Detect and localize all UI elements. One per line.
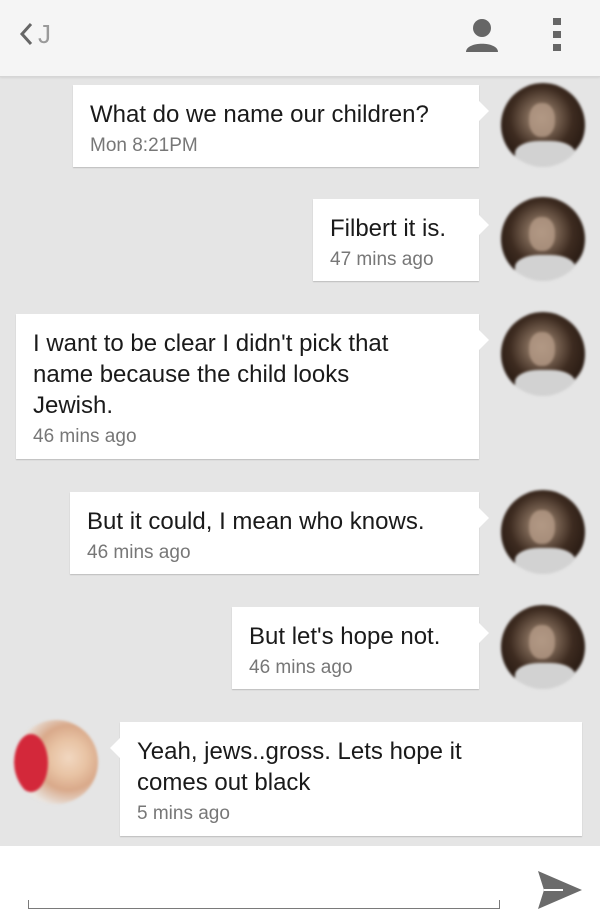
avatar[interactable] bbox=[501, 490, 585, 574]
message-text: Filbert it is. bbox=[330, 215, 447, 242]
message-timestamp: 47 mins ago bbox=[330, 249, 434, 270]
message-text: I want to be clear I didn't pick that na… bbox=[33, 330, 389, 419]
message-bubble[interactable]: I want to be clear I didn't pick that na… bbox=[16, 314, 489, 459]
avatar[interactable] bbox=[501, 605, 585, 689]
avatar[interactable] bbox=[501, 83, 585, 167]
message-timestamp: 46 mins ago bbox=[87, 542, 191, 563]
app-header: J bbox=[0, 0, 600, 77]
person-icon bbox=[462, 19, 502, 58]
message-input[interactable] bbox=[28, 866, 504, 910]
avatar[interactable] bbox=[14, 720, 98, 804]
composer bbox=[0, 846, 600, 923]
overflow-menu-button[interactable] bbox=[545, 14, 569, 54]
message-input-container bbox=[28, 866, 504, 910]
message-bubble[interactable]: What do we name our children? Mon 8:21PM bbox=[73, 85, 489, 167]
message-bubble[interactable]: But it could, I mean who knows. 46 mins … bbox=[70, 492, 489, 574]
contact-name: J bbox=[38, 18, 51, 49]
message-timestamp: 46 mins ago bbox=[249, 657, 353, 678]
message-bubble[interactable]: Filbert it is. 47 mins ago bbox=[313, 199, 489, 281]
message-text: But it could, I mean who knows. bbox=[87, 508, 425, 535]
back-button[interactable]: J bbox=[18, 16, 51, 52]
avatar[interactable] bbox=[501, 197, 585, 281]
message-text: Yeah, jews..gross. Lets hope it comes ou… bbox=[137, 738, 462, 796]
send-button[interactable] bbox=[535, 868, 585, 912]
overflow-menu-icon bbox=[545, 18, 569, 58]
send-icon bbox=[535, 871, 585, 916]
message-text: What do we name our children? bbox=[90, 101, 429, 128]
message-timestamp: 46 mins ago bbox=[33, 426, 137, 447]
avatar[interactable] bbox=[501, 312, 585, 396]
contact-button[interactable] bbox=[462, 14, 502, 54]
message-bubble[interactable]: Yeah, jews..gross. Lets hope it comes ou… bbox=[110, 722, 582, 836]
message-bubble[interactable]: But let's hope not. 46 mins ago bbox=[232, 607, 489, 689]
message-thread[interactable]: What do we name our children? Mon 8:21PM… bbox=[0, 77, 600, 845]
message-text: But let's hope not. bbox=[249, 623, 441, 650]
message-timestamp: 5 mins ago bbox=[137, 803, 230, 824]
chevron-left-icon bbox=[18, 20, 34, 48]
message-timestamp: Mon 8:21PM bbox=[90, 135, 198, 156]
